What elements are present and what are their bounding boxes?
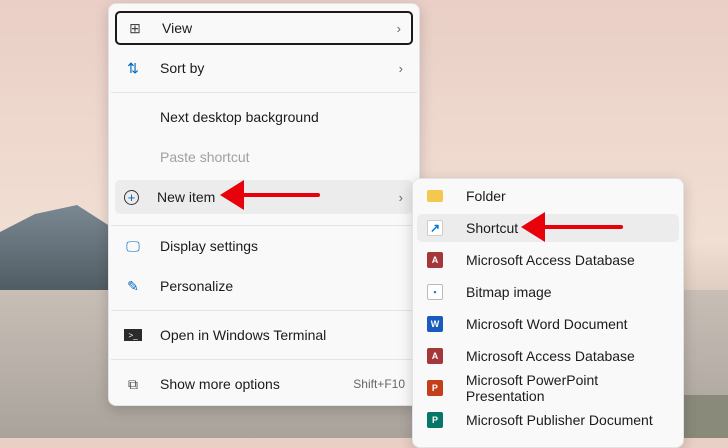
publisher-icon: P bbox=[427, 412, 443, 428]
shortcut-icon: ↗ bbox=[427, 220, 443, 236]
chevron-right-icon: › bbox=[396, 20, 401, 36]
display-icon: 🖵 bbox=[126, 237, 140, 254]
separator bbox=[111, 310, 417, 311]
annotation-arrow-new-item bbox=[220, 180, 320, 210]
brush-icon: ✎ bbox=[127, 277, 139, 294]
menu-item-view[interactable]: ⊞ View › bbox=[115, 11, 413, 45]
menu-item-next-background[interactable]: Next desktop background bbox=[115, 100, 413, 134]
chevron-right-icon: › bbox=[398, 189, 403, 205]
folder-icon bbox=[427, 190, 443, 202]
shortcut-hint: Shift+F10 bbox=[353, 377, 405, 391]
grid-icon: ⊞ bbox=[129, 19, 141, 36]
word-icon: W bbox=[427, 316, 443, 332]
sort-icon: ⇅ bbox=[127, 59, 139, 76]
expand-icon: ⧉ bbox=[128, 375, 138, 392]
access-icon: A bbox=[427, 252, 443, 268]
wallpaper-hill-right bbox=[678, 395, 728, 438]
plus-circle-icon: + bbox=[124, 189, 139, 205]
submenu-item-folder[interactable]: Folder bbox=[417, 182, 679, 210]
annotation-arrow-shortcut bbox=[521, 212, 623, 242]
menu-item-paste-shortcut: Paste shortcut bbox=[160, 149, 250, 165]
menu-item-sort-by[interactable]: ⇅ Sort by › bbox=[115, 51, 413, 85]
separator bbox=[111, 225, 417, 226]
access-icon: A bbox=[427, 348, 443, 364]
menu-item-personalize[interactable]: ✎ Personalize bbox=[115, 269, 413, 303]
submenu-item-access-database-2[interactable]: A Microsoft Access Database bbox=[417, 342, 679, 370]
desktop-context-menu: ⊞ View › ⇅ Sort by › Next desktop backgr… bbox=[108, 3, 420, 406]
submenu-item-bitmap[interactable]: ▪ Bitmap image bbox=[417, 278, 679, 306]
menu-item-new-item[interactable]: + New item › bbox=[115, 180, 413, 214]
bitmap-icon: ▪ bbox=[427, 284, 443, 300]
new-item-submenu: Folder ↗ Shortcut A Microsoft Access Dat… bbox=[412, 178, 684, 448]
powerpoint-icon: P bbox=[427, 380, 443, 396]
menu-item-open-terminal[interactable]: >_ Open in Windows Terminal bbox=[115, 318, 413, 352]
submenu-item-access-database[interactable]: A Microsoft Access Database bbox=[417, 246, 679, 274]
separator bbox=[111, 92, 417, 93]
terminal-icon: >_ bbox=[124, 329, 142, 341]
submenu-item-publisher[interactable]: P Microsoft Publisher Document bbox=[417, 406, 679, 434]
menu-item-display-settings[interactable]: 🖵 Display settings bbox=[115, 229, 413, 263]
separator bbox=[111, 359, 417, 360]
submenu-item-powerpoint[interactable]: P Microsoft PowerPoint Presentation bbox=[417, 372, 679, 404]
submenu-item-word[interactable]: W Microsoft Word Document bbox=[417, 310, 679, 338]
menu-item-show-more-options[interactable]: ⧉ Show more options Shift+F10 bbox=[115, 367, 413, 401]
chevron-right-icon: › bbox=[398, 60, 403, 76]
